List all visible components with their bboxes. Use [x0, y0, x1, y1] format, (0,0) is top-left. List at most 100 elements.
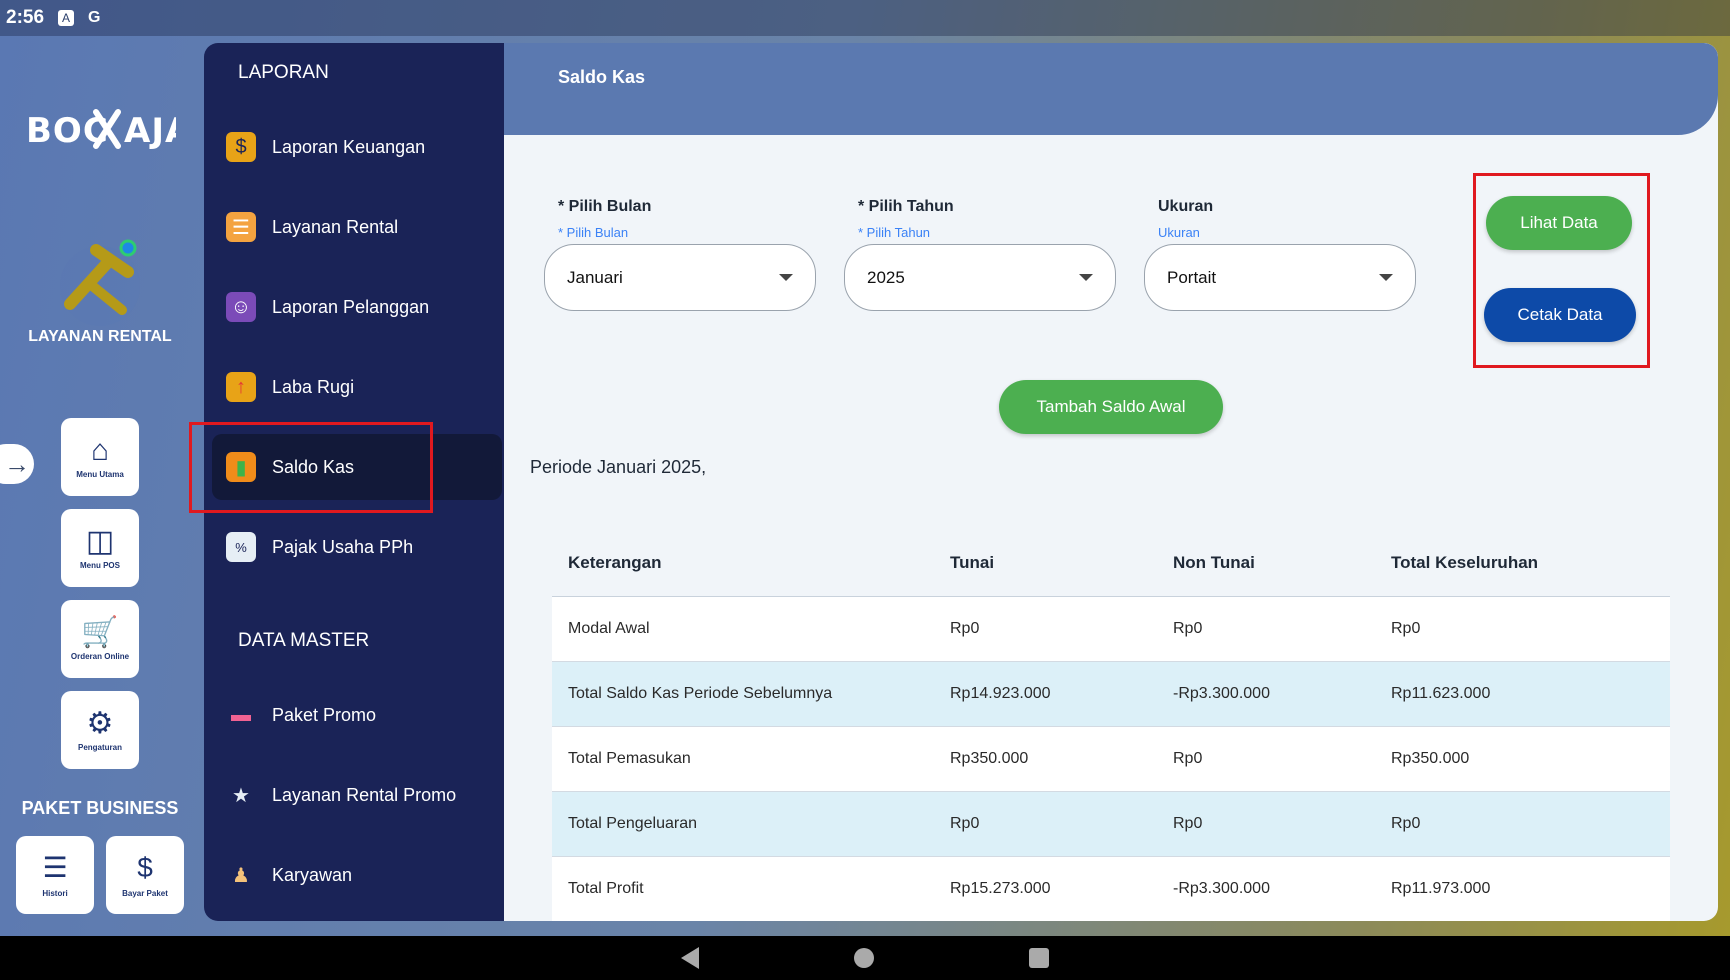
tax-icon: %	[226, 532, 256, 562]
ukuran-title: Ukuran	[1158, 198, 1214, 215]
app-hammer-icon	[50, 226, 150, 336]
menu-item-pajak-usaha-pph[interactable]: % Pajak Usaha PPh	[212, 514, 502, 580]
bayar-paket-button[interactable]: $ Bayar Paket	[106, 836, 184, 914]
cell-non-tunai: Rp0	[1173, 815, 1203, 832]
menu-item-laporan-keuangan[interactable]: $ Laporan Keuangan	[212, 114, 502, 180]
bulan-title: * Pilih Bulan	[558, 198, 652, 215]
table-row: Modal Awal Rp0 Rp0 Rp0	[552, 597, 1670, 662]
bayar-paket-label: Bayar Paket	[122, 888, 168, 898]
menu-item-label: Laporan Keuangan	[272, 136, 426, 157]
moneybag-icon: $	[226, 132, 256, 162]
lihat-data-button[interactable]: Lihat Data	[1486, 196, 1632, 250]
recent-apps-icon[interactable]	[1029, 948, 1049, 968]
cell-non-tunai: -Rp3.300.000	[1173, 880, 1270, 897]
ukuran-value: Portait	[1167, 267, 1217, 287]
saldo-kas-table: Keterangan Tunai Non Tunai Total Keselur…	[552, 530, 1670, 921]
cell-total: Rp0	[1391, 620, 1421, 637]
menu-item-karyawan[interactable]: ♟ Karyawan	[212, 842, 502, 908]
menu-utama-label: Menu Utama	[76, 469, 124, 479]
store-icon: ◫	[85, 524, 115, 558]
paket-title: PAKET BUSINESS	[21, 798, 179, 818]
pengaturan-button[interactable]: ⚙ Pengaturan	[61, 691, 139, 769]
cell-keterangan: Total Saldo Kas Periode Sebelumnya	[568, 685, 833, 702]
histori-button[interactable]: ☰ Histori	[16, 836, 94, 914]
coins-arrow-icon: ↑	[226, 372, 256, 402]
header-total: Total Keseluruhan	[1391, 553, 1539, 572]
cetak-data-button[interactable]: Cetak Data	[1484, 288, 1636, 342]
menu-item-saldo-kas[interactable]: ▮ Saldo Kas	[212, 434, 502, 500]
tahun-value: 2025	[867, 267, 905, 287]
wallet-icon: ▮	[226, 452, 256, 482]
menu-item-label: Laba Rugi	[272, 376, 355, 397]
cell-non-tunai: Rp0	[1173, 620, 1203, 637]
cell-non-tunai: -Rp3.300.000	[1173, 685, 1270, 702]
bulan-sub-label: * Pilih Bulan	[558, 225, 629, 240]
report-menu: LAPORAN $ Laporan Keuangan ☰ Layanan Ren…	[204, 43, 504, 921]
tambah-saldo-awal-button[interactable]: Tambah Saldo Awal	[999, 380, 1223, 434]
expand-arrow-icon[interactable]: →	[0, 444, 34, 484]
orderan-online-button[interactable]: 🛒 Orderan Online	[61, 600, 139, 678]
home-icon: ⌂	[90, 433, 110, 467]
content-panel: Saldo Kas * Pilih Bulan * Pilih Bulan Ja…	[504, 43, 1718, 921]
menu-item-label: Laporan Pelanggan	[272, 296, 430, 317]
menu-item-label: Layanan Rental	[272, 216, 399, 237]
bulan-value: Januari	[567, 267, 623, 287]
menu-item-label: Layanan Rental Promo	[272, 784, 457, 805]
google-icon: G	[88, 9, 101, 26]
gear-icon: ⚙	[86, 706, 114, 740]
home-circle-icon[interactable]	[854, 948, 874, 968]
table-row: Total Pengeluaran Rp0 Rp0 Rp0	[552, 792, 1670, 857]
table-header: Keterangan Tunai Non Tunai Total Keselur…	[552, 530, 1670, 597]
menu-item-label: Karyawan	[272, 864, 353, 885]
tahun-field: * Pilih Tahun * Pilih Tahun 2025	[844, 198, 1116, 311]
report-icon: ☰	[226, 212, 256, 242]
table-row: Total Profit Rp15.273.000 -Rp3.300.000 R…	[552, 857, 1670, 921]
bulan-field: * Pilih Bulan * Pilih Bulan Januari	[544, 198, 816, 311]
tahun-select[interactable]: 2025	[844, 244, 1116, 311]
pengaturan-label: Pengaturan	[77, 742, 122, 752]
menu-item-laporan-pelanggan[interactable]: ☺ Laporan Pelanggan	[212, 274, 502, 340]
people-icon: ☺	[226, 292, 256, 322]
menu-item-layanan-rental-promo[interactable]: ★ Layanan Rental Promo	[212, 762, 502, 828]
left-rail: BOC AJA LAYANAN RENTAL → ⌂ Menu Utama ◫ …	[0, 36, 200, 936]
menu-utama-button[interactable]: ⌂ Menu Utama	[61, 418, 139, 496]
promo-service-icon: ★	[232, 784, 250, 807]
cell-non-tunai: Rp0	[1173, 750, 1203, 767]
periode-label: Periode Januari 2025,	[530, 457, 707, 477]
menu-item-laba-rugi[interactable]: ↑ Laba Rugi	[212, 354, 502, 420]
menu-item-layanan-rental[interactable]: ☰ Layanan Rental	[212, 194, 502, 260]
cell-tunai: Rp350.000	[950, 750, 1029, 767]
employee-icon: ♟	[232, 864, 250, 887]
promo-icon: ▬	[231, 703, 251, 726]
cell-keterangan: Modal Awal	[568, 620, 650, 637]
back-icon[interactable]	[681, 947, 699, 969]
system-nav-bar	[0, 936, 1730, 980]
bulan-select[interactable]: Januari	[544, 244, 816, 311]
cart-icon: 🛒	[81, 615, 119, 649]
a-icon: A	[58, 10, 75, 26]
cell-total: Rp0	[1391, 815, 1421, 832]
cell-keterangan: Total Profit	[568, 880, 644, 897]
menu-item-label: Paket Promo	[272, 704, 377, 725]
menu-item-label: Pajak Usaha PPh	[272, 536, 414, 557]
chevron-down-icon	[1079, 274, 1093, 281]
ukuran-select[interactable]: Portait	[1144, 244, 1416, 311]
status-bar: 2:56 A G	[0, 0, 1730, 36]
section-data-master: DATA MASTER	[238, 630, 370, 651]
status-time: 2:56	[6, 7, 45, 28]
header-keterangan: Keterangan	[568, 553, 662, 572]
cell-total: Rp11.973.000	[1391, 880, 1491, 897]
menu-pos-button[interactable]: ◫ Menu POS	[61, 509, 139, 587]
table-row: Total Saldo Kas Periode Sebelumnya Rp14.…	[552, 662, 1670, 727]
menu-item-paket-promo[interactable]: ▬ Paket Promo	[212, 682, 502, 748]
chevron-down-icon	[1379, 274, 1393, 281]
dollar-icon: $	[137, 851, 153, 883]
ukuran-field: Ukuran Ukuran Portait	[1144, 198, 1416, 311]
menu-pos-label: Menu POS	[79, 560, 120, 570]
cell-total: Rp350.000	[1391, 750, 1470, 767]
orderan-online-label: Orderan Online	[70, 651, 130, 661]
header-tunai: Tunai	[950, 553, 995, 572]
svg-text:AJA: AJA	[124, 111, 176, 151]
tahun-sub-label: * Pilih Tahun	[858, 225, 931, 240]
app-logo: BOC AJA	[26, 102, 176, 156]
